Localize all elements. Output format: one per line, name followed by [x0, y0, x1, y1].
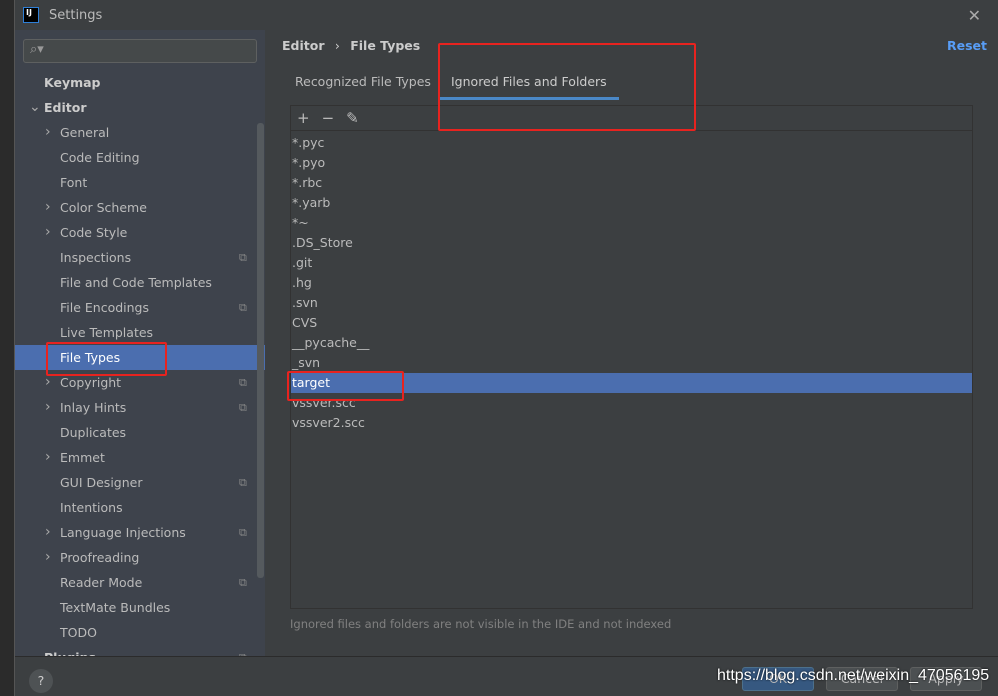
- sidebar-item-file-encodings[interactable]: File Encodings ⧉: [15, 295, 265, 320]
- list-item[interactable]: vssver2.scc: [291, 413, 972, 433]
- sidebar-item-label: Reader Mode: [60, 575, 143, 590]
- list-item[interactable]: .DS_Store: [291, 233, 972, 253]
- annotation-box-tab: [438, 43, 696, 131]
- close-icon[interactable]: ✕: [968, 6, 981, 25]
- sidebar-item-label: Emmet: [60, 450, 105, 465]
- search-icon: ⌕▾: [30, 42, 44, 57]
- sidebar-item-label: TextMate Bundles: [60, 600, 171, 615]
- title-bar: IJ Settings ✕: [15, 0, 998, 30]
- chevron-right-icon[interactable]: ›: [45, 195, 51, 220]
- breadcrumb-separator: ›: [334, 38, 340, 53]
- chevron-down-icon[interactable]: ⌄: [29, 95, 41, 120]
- chevron-right-icon[interactable]: ›: [45, 395, 51, 420]
- project-settings-icon: ⧉: [239, 401, 247, 414]
- sidebar-item-label: Color Scheme: [60, 200, 147, 215]
- sidebar-item-inlay-hints[interactable]: › Inlay Hints ⧉: [15, 395, 265, 420]
- sidebar-item-code-editing[interactable]: Code Editing: [15, 145, 265, 170]
- list-item[interactable]: *.yarb: [291, 193, 972, 213]
- sidebar-item-todo[interactable]: TODO: [15, 620, 265, 645]
- list-item[interactable]: *~: [291, 213, 972, 233]
- project-settings-icon: ⧉: [239, 301, 247, 314]
- sidebar-item-gui-designer[interactable]: GUI Designer ⧉: [15, 470, 265, 495]
- project-settings-icon: ⧉: [239, 376, 247, 389]
- chevron-right-icon[interactable]: ›: [45, 545, 51, 570]
- project-settings-icon: ⧉: [239, 576, 247, 589]
- edit-icon[interactable]: ✎: [346, 109, 359, 127]
- sidebar-item-label: Code Style: [60, 225, 128, 240]
- sidebar-item-label: Inspections: [60, 250, 132, 265]
- chevron-right-icon[interactable]: ›: [45, 445, 51, 470]
- intellij-logo-icon: IJ: [23, 7, 39, 23]
- sidebar-item-label: Plugins: [44, 645, 96, 656]
- sidebar-item-general[interactable]: › General: [15, 120, 265, 145]
- list-item[interactable]: .svn: [291, 293, 972, 313]
- hint-text: Ignored files and folders are not visibl…: [290, 617, 672, 631]
- annotation-box-file-types: [46, 342, 167, 376]
- chevron-right-icon[interactable]: ›: [45, 520, 51, 545]
- list-item[interactable]: __pycache__: [291, 333, 972, 353]
- list-item[interactable]: .hg: [291, 273, 972, 293]
- search-input[interactable]: ⌕▾: [23, 39, 257, 63]
- annotation-box-target: [287, 371, 404, 401]
- dialog-title: Settings: [49, 7, 103, 23]
- sidebar-item-color-scheme[interactable]: › Color Scheme: [15, 195, 265, 220]
- sidebar-item-label: Code Editing: [60, 150, 140, 165]
- sidebar-item-label: General: [60, 125, 110, 140]
- sidebar-item-label: File Encodings: [60, 300, 150, 315]
- sidebar-item-plugins[interactable]: Plugins ⧉: [15, 645, 265, 656]
- list-item[interactable]: *.pyc: [291, 133, 972, 153]
- sidebar-item-proofreading[interactable]: › Proofreading: [15, 545, 265, 570]
- sidebar-item-editor[interactable]: ⌄ Editor: [15, 95, 265, 120]
- watermark: https://blog.csdn.net/weixin_47056195: [717, 667, 990, 684]
- help-button[interactable]: ?: [29, 669, 53, 693]
- chevron-right-icon[interactable]: ›: [45, 220, 51, 245]
- sidebar-item-label: Keymap: [44, 75, 101, 90]
- remove-icon[interactable]: −: [322, 109, 335, 127]
- sidebar-item-label: File and Code Templates: [60, 275, 212, 290]
- sidebar-scrollbar[interactable]: [257, 123, 264, 578]
- dialog-footer: ? OK Cancel Apply https://blog.csdn.net/…: [15, 656, 998, 696]
- sidebar-item-inspections[interactable]: Inspections ⧉: [15, 245, 265, 270]
- sidebar-item-language-injections[interactable]: › Language Injections ⧉: [15, 520, 265, 545]
- tab-recognized-file-types[interactable]: Recognized File Types: [283, 68, 443, 100]
- sidebar-item-label: Editor: [44, 100, 87, 115]
- sidebar-item-file-and-code-templates[interactable]: File and Code Templates: [15, 270, 265, 295]
- project-settings-icon: ⧉: [239, 645, 247, 656]
- list-item[interactable]: .git: [291, 253, 972, 273]
- breadcrumb-parent[interactable]: Editor: [282, 38, 325, 53]
- sidebar-item-label: Inlay Hints: [60, 400, 127, 415]
- project-settings-icon: ⧉: [239, 476, 247, 489]
- sidebar-item-reader-mode[interactable]: Reader Mode ⧉: [15, 570, 265, 595]
- list-item[interactable]: _svn: [291, 353, 972, 373]
- sidebar-item-font[interactable]: Font: [15, 170, 265, 195]
- sidebar-item-label: Duplicates: [60, 425, 127, 440]
- project-settings-icon: ⧉: [239, 251, 247, 264]
- reset-link[interactable]: Reset: [947, 38, 987, 53]
- background-window: [0, 0, 14, 696]
- sidebar-item-label: Font: [60, 175, 88, 190]
- sidebar-item-label: GUI Designer: [60, 475, 143, 490]
- list-item[interactable]: *.rbc: [291, 173, 972, 193]
- sidebar-item-keymap[interactable]: Keymap: [15, 70, 265, 95]
- breadcrumb: Editor › File Types: [282, 38, 420, 53]
- sidebar-item-emmet[interactable]: › Emmet: [15, 445, 265, 470]
- add-icon[interactable]: +: [297, 109, 310, 127]
- sidebar-item-intentions[interactable]: Intentions: [15, 495, 265, 520]
- breadcrumb-current: File Types: [350, 38, 421, 53]
- project-settings-icon: ⧉: [239, 526, 247, 539]
- sidebar-item-label: TODO: [60, 625, 97, 640]
- sidebar-item-label: Intentions: [60, 500, 123, 515]
- chevron-right-icon[interactable]: ›: [45, 120, 51, 145]
- sidebar-item-code-style[interactable]: › Code Style: [15, 220, 265, 245]
- sidebar-item-duplicates[interactable]: Duplicates: [15, 420, 265, 445]
- sidebar-item-label: Language Injections: [60, 525, 186, 540]
- sidebar-item-textmate-bundles[interactable]: TextMate Bundles: [15, 595, 265, 620]
- list-item[interactable]: CVS: [291, 313, 972, 333]
- ignored-list-panel: + − ✎ *.pyc *.pyo *.rbc *.yarb *~ .DS_Store .g…: [290, 105, 973, 609]
- list-item[interactable]: *.pyo: [291, 153, 972, 173]
- sidebar-item-label: Proofreading: [60, 550, 140, 565]
